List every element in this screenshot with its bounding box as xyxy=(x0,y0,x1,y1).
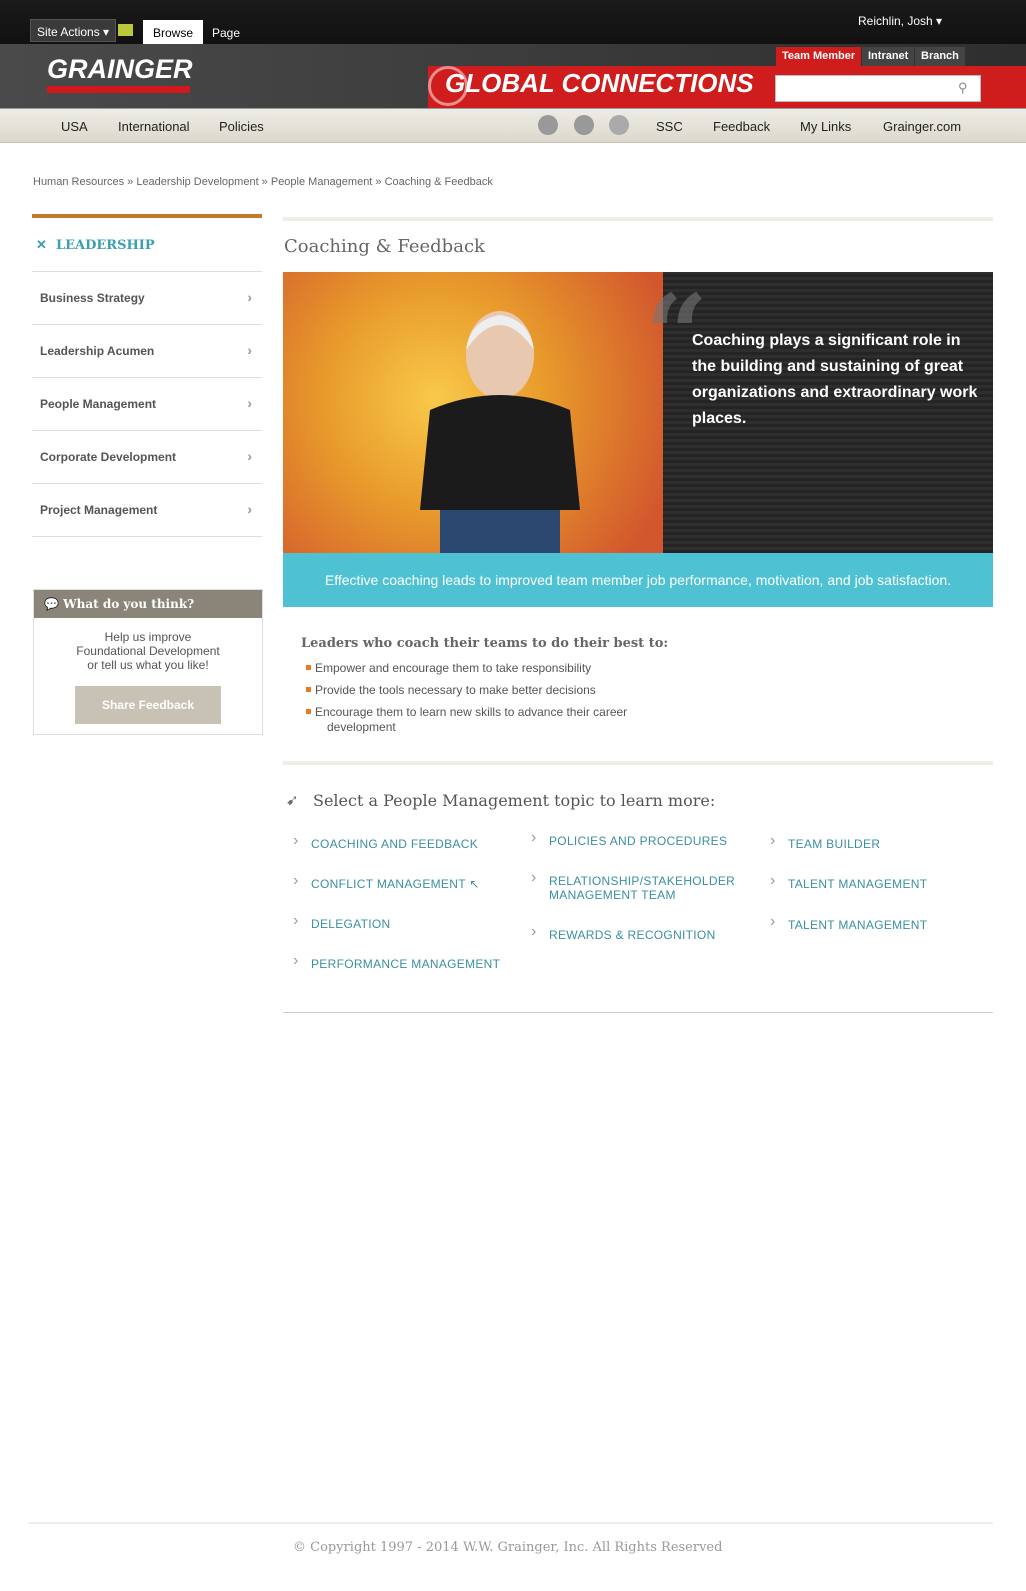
lead-heading: Leaders who coach their teams to do thei… xyxy=(301,636,668,651)
sidebar: ✕ LEADERSHIP Business Strategy› Leadersh… xyxy=(32,214,262,537)
nav-ssc[interactable]: SSC xyxy=(656,119,683,134)
globe-t-icon[interactable] xyxy=(609,115,629,135)
list-item: Provide the tools necessary to make bett… xyxy=(315,682,596,698)
divider xyxy=(283,1012,993,1013)
tab-branch[interactable]: Branch xyxy=(915,47,965,66)
globe-m-icon[interactable] xyxy=(574,115,594,135)
speaker-figure xyxy=(410,300,590,553)
nav-usa[interactable]: USA xyxy=(61,119,88,134)
topic-talent-management-2[interactable]: TALENT MANAGEMENT xyxy=(788,918,927,932)
sidebar-item-corporate-development[interactable]: Corporate Development› xyxy=(32,431,262,484)
topic-coaching-feedback[interactable]: COACHING AND FEEDBACK xyxy=(311,837,478,851)
tab-browse[interactable]: Browse xyxy=(143,20,203,44)
quote-text: Coaching plays a significant role in the… xyxy=(692,328,982,432)
site-actions-menu[interactable]: Site Actions ▾ xyxy=(30,19,116,42)
search-input[interactable] xyxy=(775,75,981,102)
speech-bubble-icon: 💬 xyxy=(44,597,59,611)
tab-page[interactable]: Page xyxy=(202,20,250,44)
footer-rule xyxy=(28,1522,993,1524)
globe-g-icon[interactable] xyxy=(538,115,558,135)
nav-my-links[interactable]: My Links xyxy=(800,119,851,134)
rocket-icon: ➹ xyxy=(286,791,299,809)
divider xyxy=(283,761,993,765)
chevron-right-icon: › xyxy=(247,289,252,305)
chevron-right-icon: › xyxy=(247,395,252,411)
global-connections-title: GLOBAL CONNECTIONS xyxy=(445,68,754,99)
feedback-text: Help us improveFoundational Developmento… xyxy=(34,630,262,672)
breadcrumb[interactable]: Human Resources » Leadership Development… xyxy=(33,176,493,188)
feedback-heading: 💬 What do you think? xyxy=(34,590,262,618)
topic-policies-procedures[interactable]: POLICIES AND PROCEDURES xyxy=(549,834,727,848)
sidebar-item-project-management[interactable]: Project Management› xyxy=(32,484,262,537)
divider xyxy=(283,217,993,221)
tab-team-member[interactable]: Team Member xyxy=(776,47,861,66)
sidebar-heading: ✕ LEADERSHIP xyxy=(32,214,262,272)
feedback-box: 💬 What do you think? Help us improveFoun… xyxy=(33,589,263,735)
nav-feedback[interactable]: Feedback xyxy=(713,119,770,134)
topic-team-builder[interactable]: TEAM BUILDER xyxy=(788,837,880,851)
tab-intranet[interactable]: Intranet xyxy=(862,47,914,66)
topic-delegation[interactable]: DELEGATION xyxy=(311,917,390,931)
chevron-right-icon: › xyxy=(247,448,252,464)
logo-stripe xyxy=(47,86,190,93)
coaching-banner: Effective coaching leads to improved tea… xyxy=(283,553,993,607)
share-feedback-button[interactable]: Share Feedback xyxy=(75,686,221,724)
user-menu[interactable]: Reichlin, Josh ▾ xyxy=(858,14,942,28)
page-title: Coaching & Feedback xyxy=(284,236,485,257)
copyright: © Copyright 1997 - 2014 W.W. Grainger, I… xyxy=(293,1540,722,1555)
folder-icon[interactable] xyxy=(118,24,133,36)
sidebar-item-business-strategy[interactable]: Business Strategy› xyxy=(32,272,262,325)
topic-heading: Select a People Management topic to lear… xyxy=(313,791,715,810)
topic-performance-management[interactable]: PERFORMANCE MANAGEMENT xyxy=(311,957,500,971)
chevron-right-icon: › xyxy=(247,501,252,517)
topic-talent-management[interactable]: TALENT MANAGEMENT xyxy=(788,877,927,891)
nav-grainger-com[interactable]: Grainger.com xyxy=(883,119,961,134)
search-icon[interactable]: ⚲ xyxy=(958,80,968,96)
list-item: Encourage them to learn new skills to ad… xyxy=(315,704,627,720)
list-item-continued: development xyxy=(327,720,396,734)
list-item: Empower and encourage them to take respo… xyxy=(315,660,591,676)
nav-policies[interactable]: Policies xyxy=(219,119,264,134)
nav-international[interactable]: International xyxy=(118,119,190,134)
tools-icon: ✕ xyxy=(36,238,47,253)
grainger-logo[interactable]: GRAINGER xyxy=(47,54,193,85)
topic-conflict-management[interactable]: CONFLICT MANAGEMENT ↖ xyxy=(311,877,480,891)
topic-relationship-stakeholder[interactable]: RELATIONSHIP/STAKEHOLDERMANAGEMENT TEAM xyxy=(549,874,735,902)
sidebar-item-people-management[interactable]: People Management› xyxy=(32,378,262,431)
sidebar-item-leadership-acumen[interactable]: Leadership Acumen› xyxy=(32,325,262,378)
chevron-right-icon: › xyxy=(247,342,252,358)
topic-rewards-recognition[interactable]: REWARDS & RECOGNITION xyxy=(549,928,716,942)
